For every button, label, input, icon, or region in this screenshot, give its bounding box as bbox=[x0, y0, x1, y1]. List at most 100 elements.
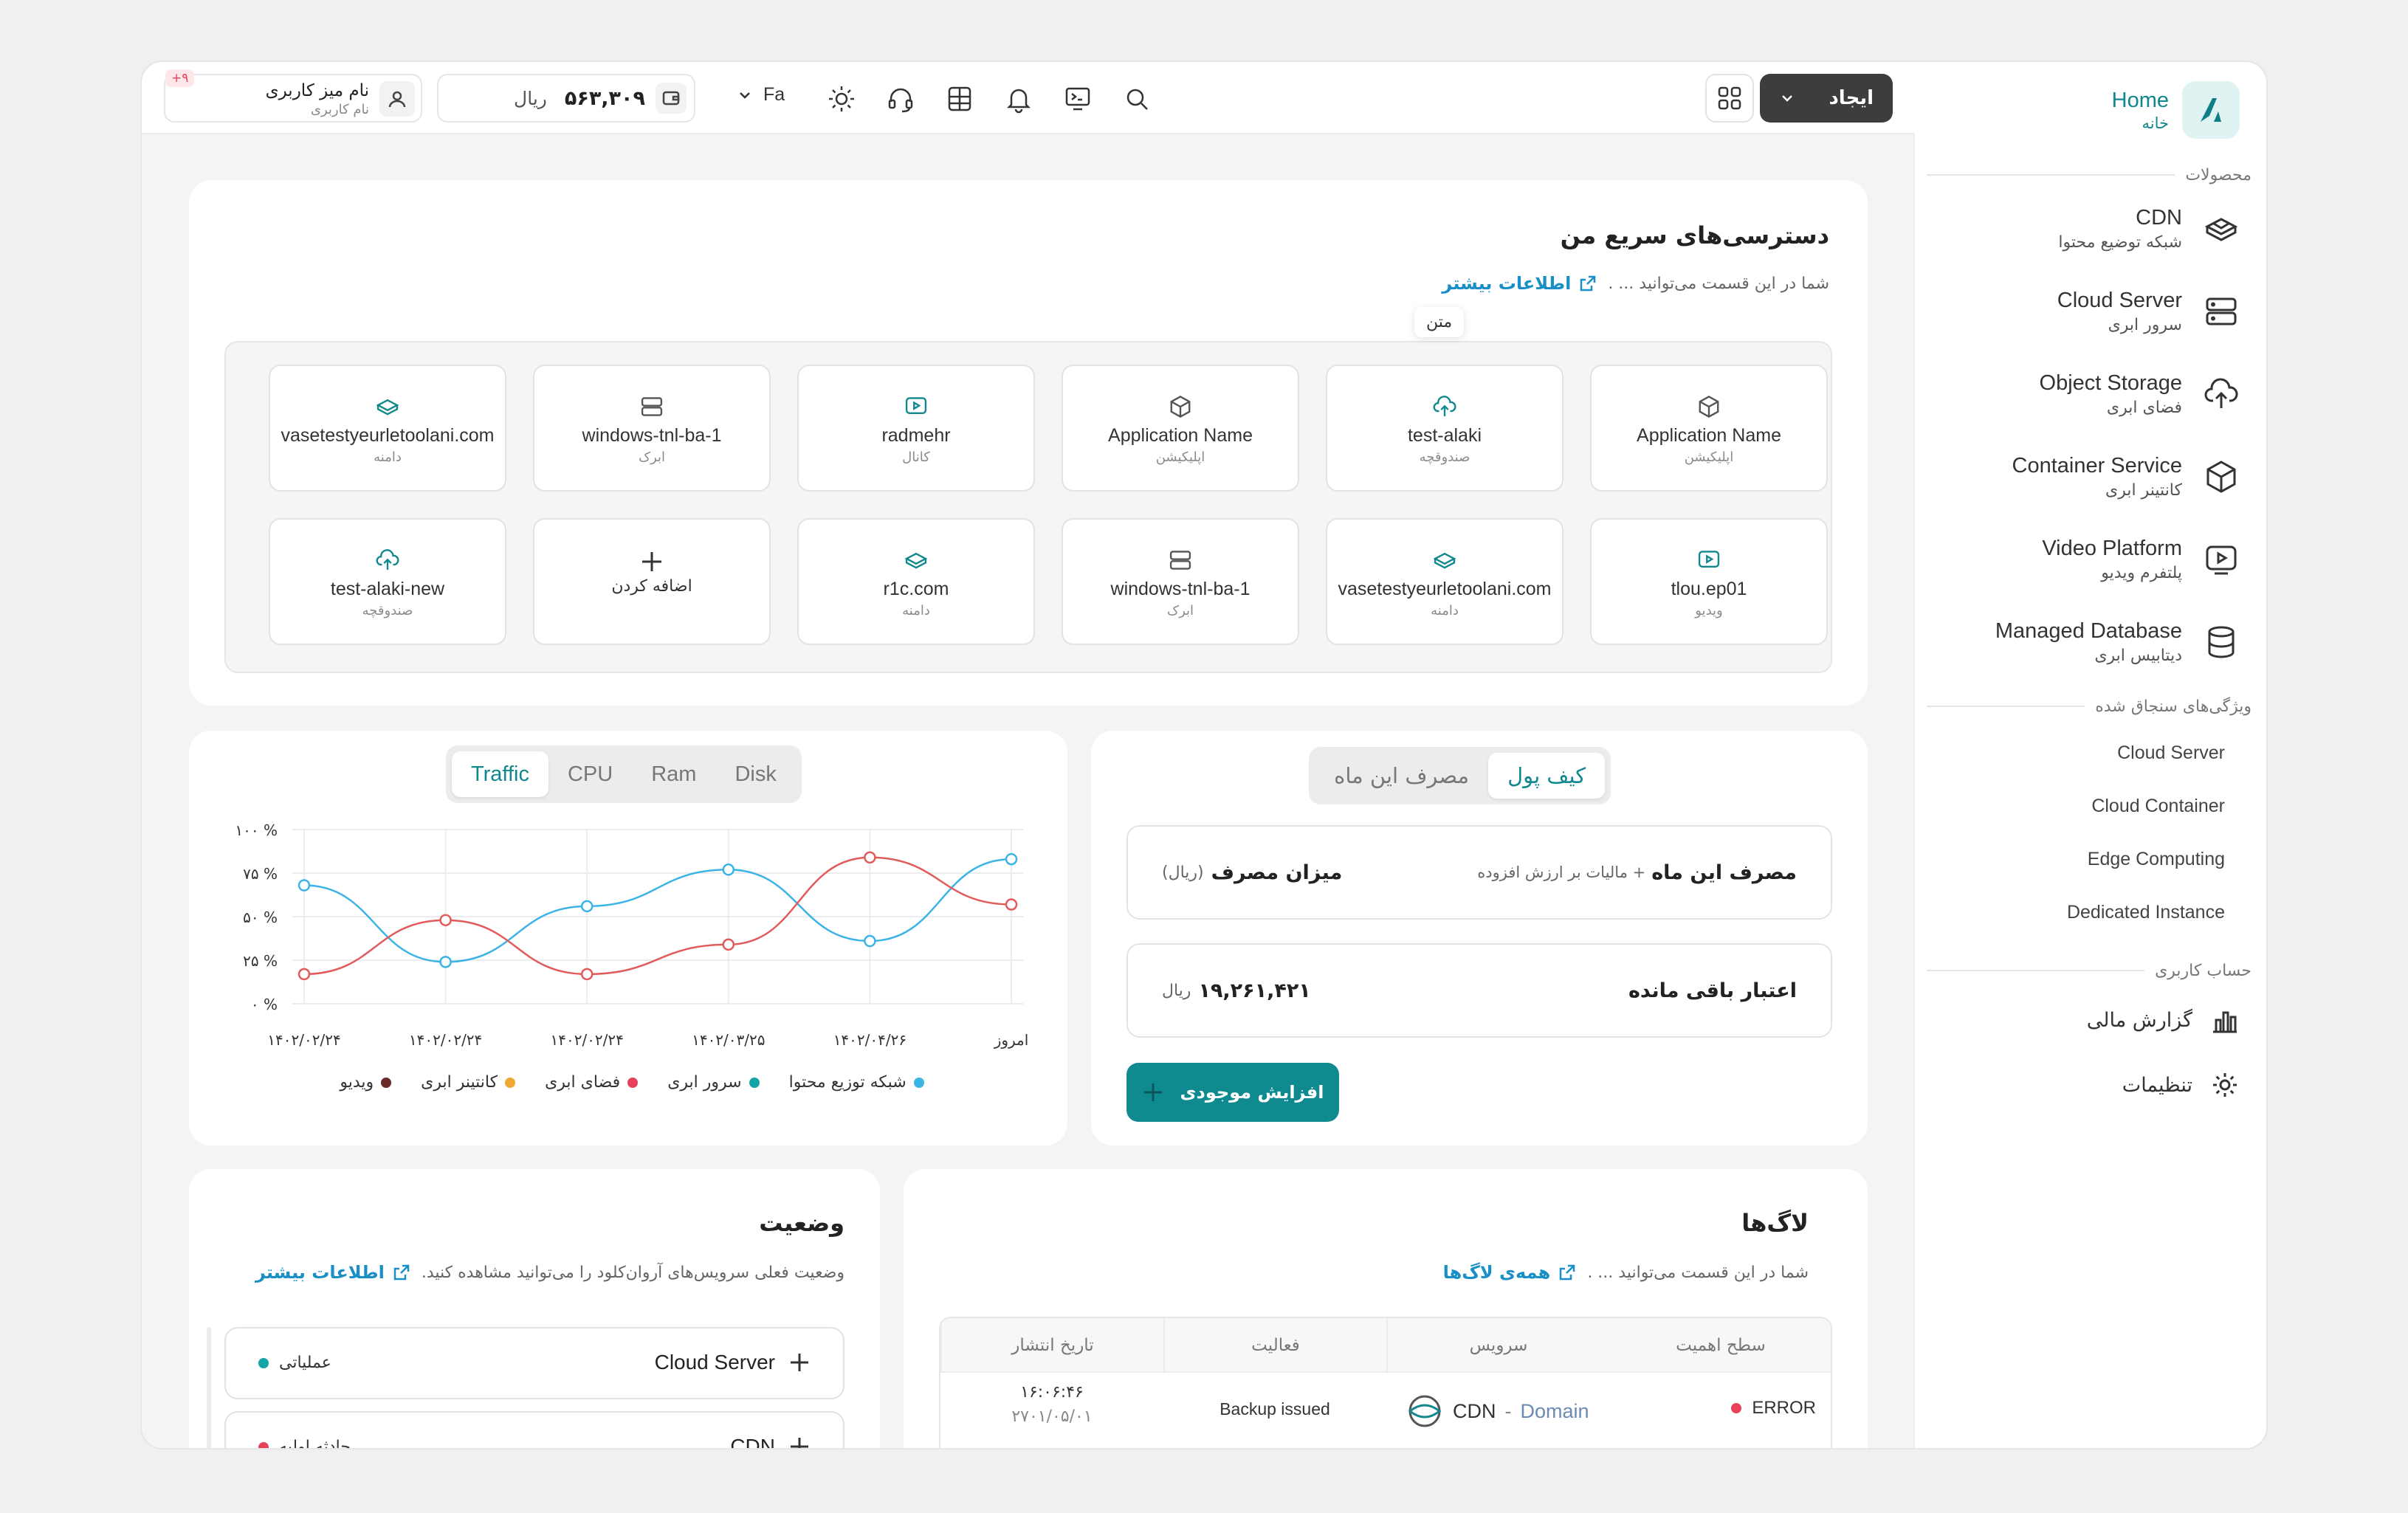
status-scrollbar[interactable] bbox=[207, 1327, 211, 1448]
credit-label: اعتبار باقی مانده bbox=[1628, 979, 1797, 1002]
box-icon bbox=[2203, 458, 2240, 495]
tile-name: radmehr bbox=[881, 425, 951, 446]
feature-cloud-server[interactable]: Cloud Server bbox=[2117, 742, 2225, 764]
status-item-cdn[interactable]: CDN حادثه اولیه bbox=[224, 1411, 844, 1450]
tile-sub: صندوقچه bbox=[362, 603, 413, 618]
sidebar-item-video[interactable]: Video Platform پلتفرم ویدیو bbox=[1930, 523, 2240, 596]
tab-wallet[interactable]: کیف پول bbox=[1488, 753, 1605, 799]
cloud-upload-icon bbox=[375, 548, 400, 573]
external-link-icon bbox=[393, 1264, 410, 1281]
legend-swatch bbox=[913, 1077, 924, 1088]
wallet-card: کیف پول مصرف این ماه مصرف این ماه + مالی… bbox=[1091, 731, 1868, 1145]
table-row[interactable]: ERROR CDN - Domain Backup issued ۱۶:۰۶:۴… bbox=[940, 1374, 1831, 1448]
top-header: +۹ نام میز کاربری نام کاربری ۵۶۳,۳۰۹ ریا… bbox=[142, 62, 1915, 134]
products-label: محصولات bbox=[2185, 165, 2252, 185]
home-label-fa: خانه bbox=[2142, 114, 2169, 132]
log-time: ۱۶:۰۶:۴۶ bbox=[1020, 1383, 1084, 1402]
log-service-sub: Domain bbox=[1520, 1399, 1589, 1422]
log-level-cell: ERROR bbox=[1731, 1398, 1816, 1419]
legend-label: شبکه توزیع محتوا bbox=[788, 1073, 907, 1092]
status-title: وضعیت bbox=[759, 1209, 844, 1237]
feature-edge-computing[interactable]: Edge Computing bbox=[2088, 849, 2225, 870]
x-tick-label: ۱۴۰۲/۰۴/۲۶ bbox=[833, 1031, 907, 1049]
dashboard-button[interactable] bbox=[943, 83, 976, 115]
wallet-balance[interactable]: ۵۶۳,۳۰۹ ریال bbox=[437, 74, 695, 123]
logs-table: سطح اهمیت سرویس فعالیت تاریخ انتشار ERRO… bbox=[939, 1317, 1832, 1448]
plus-icon bbox=[791, 1438, 808, 1448]
account-section: حساب کاربری bbox=[1927, 958, 2252, 983]
wallet-icon bbox=[656, 83, 687, 114]
more-info-link[interactable]: اطلاعات بیشتر bbox=[1442, 273, 1597, 294]
y-tick-label: ۱۰۰ % bbox=[235, 821, 278, 839]
status-card: وضعیت وضعیت فعلی سرویس‌های آروان‌کلود را… bbox=[189, 1169, 880, 1450]
traffic-chart: ۰ % ۲۵ % ۵۰ % ۷۵ % ۱۰۰ % ۱۴۰۲/۰۲/۲۴ ۱۴۰۲/۰۲/۲۴… bbox=[235, 821, 1028, 1049]
data-point bbox=[580, 968, 594, 981]
calculator-icon bbox=[948, 86, 971, 111]
all-logs-link[interactable]: همه‌ی لاگ‌ها bbox=[1443, 1262, 1578, 1283]
quick-tile[interactable]: vasetestyeurletoolani.com دامنه bbox=[269, 365, 506, 492]
language-select[interactable]: Fa bbox=[737, 84, 785, 106]
apps-button[interactable] bbox=[1705, 74, 1754, 123]
x-tick-label: ۱۴۰۲/۰۳/۲۵ bbox=[692, 1031, 765, 1049]
status-more-link[interactable]: اطلاعات بیشتر bbox=[255, 1262, 411, 1283]
data-point bbox=[297, 879, 311, 892]
quick-tile[interactable]: r1c.com دامنه bbox=[797, 518, 1035, 645]
sidebar-item-sublabel: دیتابیس ابری bbox=[2094, 647, 2182, 665]
search-button[interactable] bbox=[1121, 83, 1153, 115]
sidebar-item-settings[interactable]: تنظیمات bbox=[2122, 1070, 2240, 1100]
feature-dedicated-instance[interactable]: Dedicated Instance bbox=[2067, 902, 2225, 923]
status-item-cloud-server[interactable]: Cloud Server عملیاتی bbox=[224, 1327, 844, 1399]
quick-tile[interactable]: test-alaki-new صندوقچه bbox=[269, 518, 506, 645]
logs-desc-row: شما در این قسمت می‌توانید ... . همه‌ی لا… bbox=[1443, 1262, 1809, 1283]
sidebar-item-sublabel: فضای ابری bbox=[2106, 399, 2182, 417]
quick-tile[interactable]: vasetestyeurletoolani.com دامنه bbox=[1326, 518, 1564, 645]
sidebar-item-database[interactable]: Managed Database دیتابیس ابری bbox=[1930, 605, 2240, 679]
box-icon bbox=[1168, 394, 1193, 419]
log-activity: Backup issued bbox=[1220, 1399, 1330, 1419]
sidebar-item-object-storage[interactable]: Object Storage فضای ابری bbox=[1930, 357, 2240, 431]
sidebar-item-sublabel: سرور ابری bbox=[2108, 316, 2182, 334]
tab-traffic[interactable]: Traffic bbox=[452, 751, 548, 797]
tab-monthly-usage[interactable]: مصرف این ماه bbox=[1315, 753, 1488, 799]
notification-badge: +۹ bbox=[165, 69, 195, 87]
quick-tile[interactable]: test-alaki صندوقچه bbox=[1326, 365, 1564, 492]
tile-sub: دامنه bbox=[902, 603, 930, 618]
avatar bbox=[379, 81, 415, 117]
quick-tile[interactable]: windows-tnl-ba-1 ابرک bbox=[1062, 518, 1299, 645]
sidebar-item-financial-report[interactable]: گزارش مالی bbox=[2087, 1005, 2240, 1035]
user-menu[interactable]: +۹ نام میز کاربری نام کاربری bbox=[164, 69, 422, 123]
cdn-icon bbox=[1432, 548, 1457, 573]
sun-icon bbox=[829, 86, 854, 111]
quick-tile[interactable]: windows-tnl-ba-1 ابرک bbox=[533, 365, 771, 492]
tile-name: tlou.ep01 bbox=[1671, 579, 1747, 599]
usage-amount-label: میزان مصرف bbox=[1211, 861, 1343, 884]
y-tick-label: ۰ % bbox=[251, 996, 278, 1013]
status-service-name: CDN bbox=[730, 1435, 775, 1450]
notifications-button[interactable] bbox=[1002, 83, 1035, 115]
quick-tile[interactable]: radmehr کانال bbox=[797, 365, 1035, 492]
user-sub: نام کاربری bbox=[310, 102, 369, 117]
legend-swatch bbox=[749, 1077, 760, 1088]
sidebar-item-container[interactable]: Container Service کانتینر ابری bbox=[1930, 440, 2240, 514]
sidebar-item-cdn[interactable]: CDN شبکه توضیع محتوا bbox=[1930, 192, 2240, 266]
quick-tile[interactable]: Application Name اپلیکیشن bbox=[1590, 365, 1828, 492]
log-service: CDN bbox=[1453, 1399, 1496, 1422]
quick-tile[interactable]: Application Name اپلیکیشن bbox=[1062, 365, 1299, 492]
theme-toggle[interactable] bbox=[825, 83, 858, 115]
add-quick-tile-button[interactable]: اضافه کردن bbox=[533, 518, 771, 645]
sidebar-item-label: Video Platform bbox=[2042, 537, 2182, 560]
tile-sub: دامنه bbox=[374, 449, 402, 465]
legend-label: ویدیو bbox=[340, 1073, 374, 1092]
feature-cloud-container[interactable]: Cloud Container bbox=[2091, 796, 2225, 817]
tab-cpu[interactable]: CPU bbox=[548, 751, 632, 797]
tab-disk[interactable]: Disk bbox=[715, 751, 795, 797]
sidebar-home[interactable]: Home خانه bbox=[2112, 81, 2240, 139]
sidebar-item-cloud-server[interactable]: Cloud Server سرور ابری bbox=[1930, 275, 2240, 348]
tile-name: vasetestyeurletoolani.com bbox=[1338, 579, 1552, 599]
support-button[interactable] bbox=[884, 83, 917, 115]
tab-ram[interactable]: Ram bbox=[632, 751, 715, 797]
add-credit-button[interactable]: افزایش موجودی bbox=[1126, 1063, 1339, 1122]
create-button[interactable]: ایجاد bbox=[1760, 74, 1893, 123]
console-button[interactable] bbox=[1062, 83, 1094, 115]
quick-tile[interactable]: tlou.ep01 ویدیو bbox=[1590, 518, 1828, 645]
